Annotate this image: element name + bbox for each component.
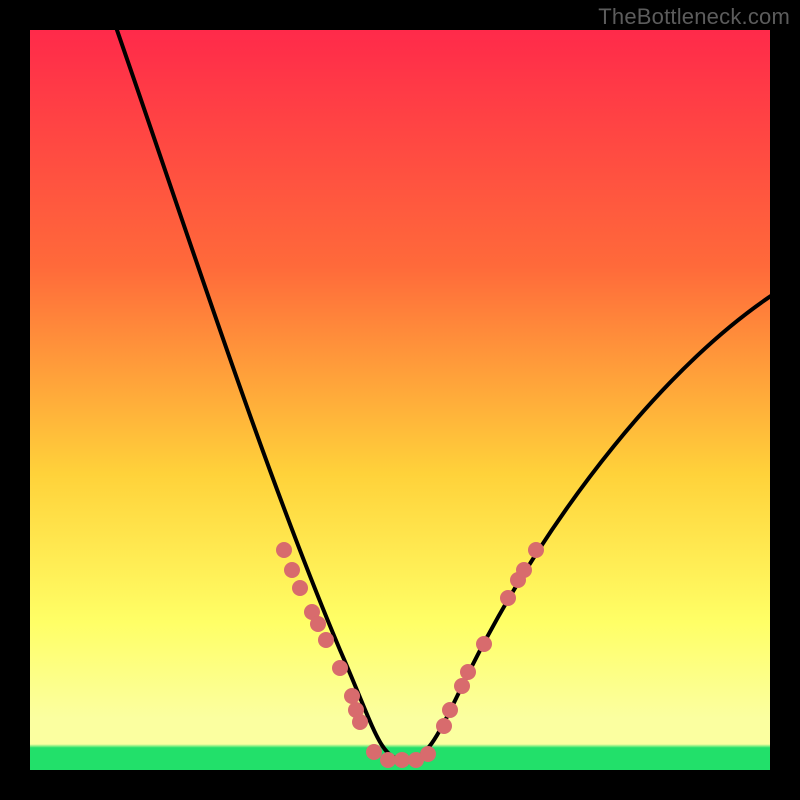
- data-markers: [276, 542, 544, 768]
- bottom-dot-1: [366, 744, 382, 760]
- right-dot-8: [516, 562, 532, 578]
- left-dot-3: [292, 580, 308, 596]
- right-dot-4: [460, 664, 476, 680]
- bottom-dot-3: [394, 752, 410, 768]
- right-dot-3: [454, 678, 470, 694]
- left-dot-7: [332, 660, 348, 676]
- left-dot-8: [344, 688, 360, 704]
- left-dot-10: [352, 714, 368, 730]
- chart-svg: [30, 30, 770, 770]
- plot-area: [30, 30, 770, 770]
- watermark-text: TheBottleneck.com: [598, 4, 790, 30]
- right-dot-9: [528, 542, 544, 558]
- bottom-dot-5: [420, 746, 436, 762]
- bottleneck-curve: [110, 30, 770, 760]
- right-dot-6: [500, 590, 516, 606]
- right-dot-1: [436, 718, 452, 734]
- left-dot-1: [276, 542, 292, 558]
- left-dot-2: [284, 562, 300, 578]
- right-dot-5: [476, 636, 492, 652]
- right-dot-2: [442, 702, 458, 718]
- left-dot-5: [310, 616, 326, 632]
- bottom-dot-2: [380, 752, 396, 768]
- left-dot-6: [318, 632, 334, 648]
